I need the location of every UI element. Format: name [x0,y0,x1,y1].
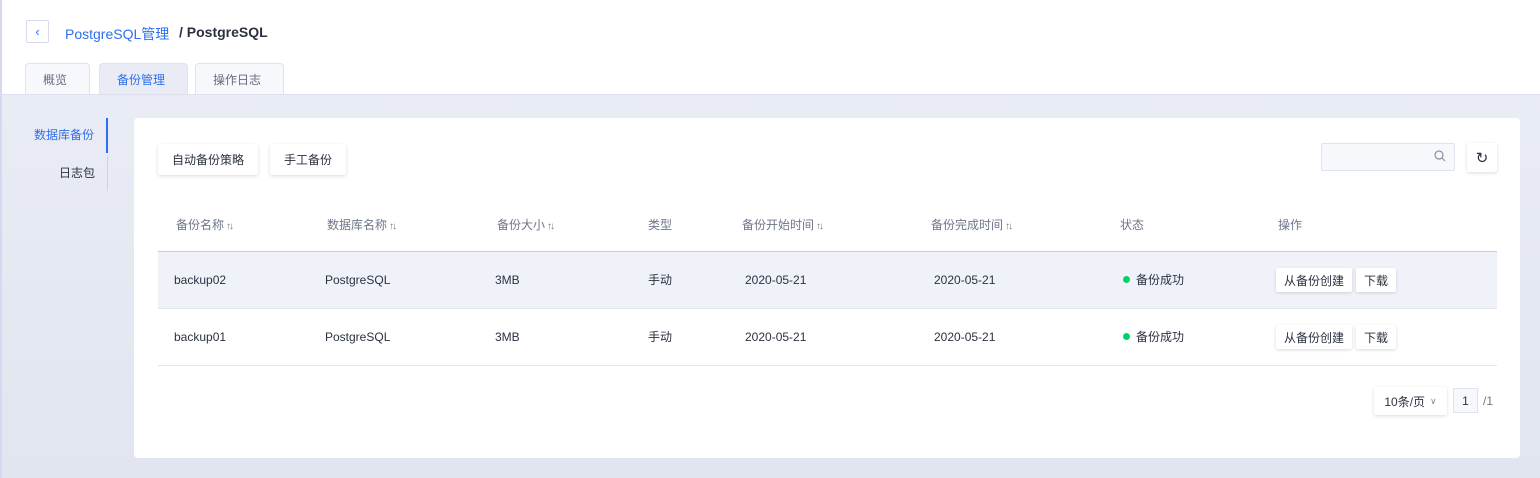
page-input[interactable]: 1 [1453,388,1478,413]
col-header-size[interactable]: 备份大小 ↑↓ [497,216,555,233]
cell-start: 2020-05-21 [745,273,807,287]
col-header-type: 类型 [648,218,673,232]
sort-icon: ↑↓ [389,221,397,232]
sort-icon: ↑↓ [226,221,234,232]
status-dot-icon [1123,276,1130,283]
download-button[interactable]: 下载 [1356,325,1396,349]
create-from-backup-button[interactable]: 从备份创建 [1276,325,1352,349]
cell-start: 2020-05-21 [745,330,807,344]
cell-end: 2020-05-21 [934,273,996,287]
cell-name: backup01 [174,330,227,344]
status-dot-icon [1123,333,1130,340]
cell-status: 备份成功 [1123,252,1184,309]
cell-name: backup02 [174,273,227,287]
cell-size: 3MB [495,330,520,344]
page-total: /1 [1483,394,1494,408]
tab-backup[interactable]: 备份管理 [99,63,189,94]
search-icon [1434,150,1446,162]
tab-logs[interactable]: 操作日志 [195,63,285,94]
cell-db: PostgreSQL [325,330,391,344]
create-from-backup-button[interactable]: 从备份创建 [1276,268,1352,292]
breadcrumb-current: / PostgreSQL [179,24,268,40]
download-button[interactable]: 下载 [1356,268,1396,292]
col-header-actions: 操作 [1278,218,1303,232]
sort-icon: ↑↓ [547,221,555,232]
page-size-select[interactable]: 10条/页 ∨ [1374,387,1447,415]
manual-backup-button[interactable]: 手工备份 [270,144,346,175]
tab-overview[interactable]: 概览 [25,63,91,94]
col-header-db[interactable]: 数据库名称 ↑↓ [327,216,397,233]
sort-icon: ↑↓ [1005,221,1013,232]
col-header-start[interactable]: 备份开始时间 ↑↓ [742,216,824,233]
auto-backup-policy-button[interactable]: 自动备份策略 [158,144,258,175]
sidebar-item-log-package[interactable]: 日志包 [28,156,108,191]
chevron-down-icon: ∨ [1430,395,1437,406]
back-button[interactable]: ‹ [26,20,49,43]
col-header-end[interactable]: 备份完成时间 ↑↓ [931,216,1013,233]
sort-icon: ↑↓ [816,221,824,232]
cell-end: 2020-05-21 [934,330,996,344]
cell-type: 手动 [648,330,673,344]
sidebar-item-db-backup[interactable]: 数据库备份 [28,118,108,153]
col-header-status: 状态 [1120,218,1145,232]
cell-status: 备份成功 [1123,309,1184,366]
refresh-icon: ↻ [1475,149,1489,167]
chevron-left-icon: ‹ [35,24,40,39]
cell-type: 手动 [648,273,673,287]
col-header-name[interactable]: 备份名称 ↑↓ [176,216,234,233]
cell-size: 3MB [495,273,520,287]
breadcrumb-parent[interactable]: PostgreSQL管理 [65,24,169,44]
refresh-button[interactable]: ↻ [1467,143,1497,172]
cell-db: PostgreSQL [325,273,391,287]
